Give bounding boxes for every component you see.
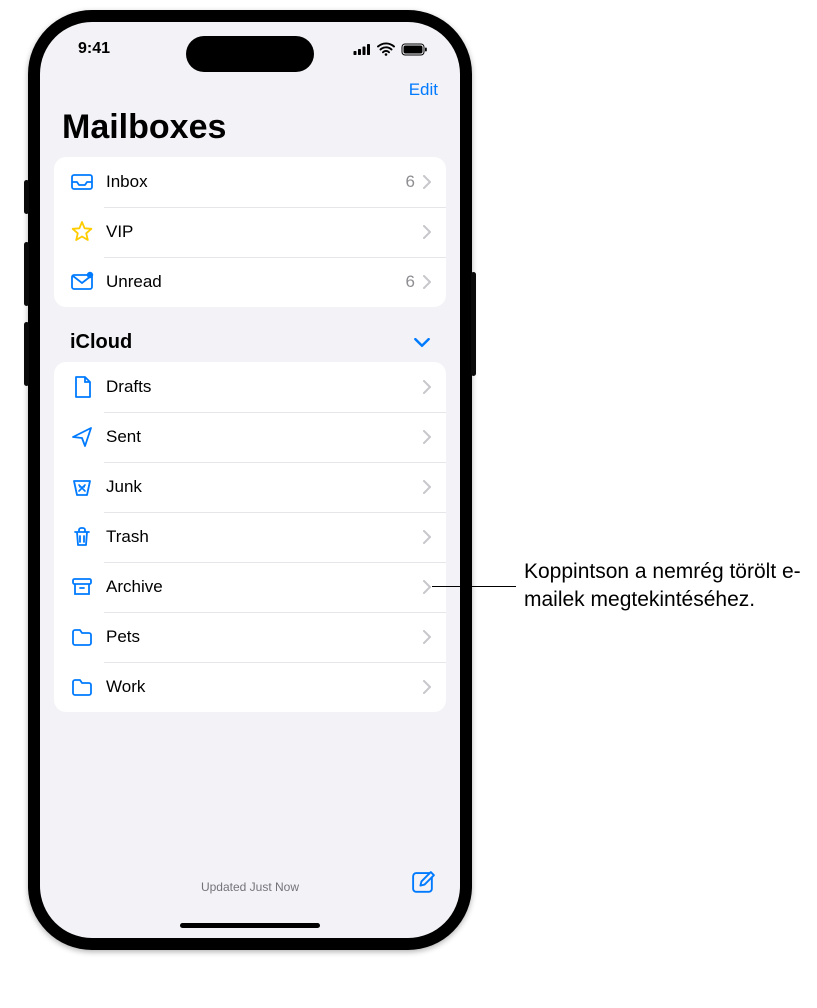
chevron-right-icon [423, 480, 432, 494]
section-title: iCloud [70, 331, 132, 354]
unread-icon [68, 270, 96, 294]
dynamic-island [186, 36, 314, 72]
mailbox-row-inbox[interactable]: Inbox6 [54, 157, 446, 207]
mailbox-row-pets[interactable]: Pets [54, 612, 446, 662]
cellular-icon [353, 43, 371, 56]
wifi-icon [377, 42, 395, 56]
mailbox-row-work[interactable]: Work [54, 662, 446, 712]
mailbox-label: Sent [96, 427, 423, 447]
status-text: Updated Just Now [201, 880, 299, 894]
mailbox-label: Work [96, 677, 423, 697]
battery-icon [401, 43, 428, 56]
chevron-right-icon [423, 680, 432, 694]
chevron-right-icon [423, 175, 432, 189]
status-time: 9:41 [78, 40, 110, 58]
mailbox-label: Drafts [96, 377, 423, 397]
compose-button[interactable] [410, 870, 436, 899]
mailbox-row-unread[interactable]: Unread6 [54, 257, 446, 307]
edit-button[interactable]: Edit [409, 80, 438, 100]
drafts-icon [68, 375, 96, 399]
callout-text: Koppintson a nemrég törölt e-mailek megt… [524, 558, 804, 615]
chevron-right-icon [423, 580, 432, 594]
mailbox-label: VIP [96, 222, 423, 242]
volume-down-button [24, 322, 29, 386]
chevron-right-icon [423, 630, 432, 644]
folder-icon [68, 675, 96, 699]
compose-icon [410, 884, 436, 899]
chevron-down-icon [414, 331, 430, 354]
mailbox-label: Trash [96, 527, 423, 547]
icloud-section-header[interactable]: iCloud [54, 307, 446, 362]
star-icon [68, 220, 96, 244]
mailbox-count: 6 [406, 172, 415, 192]
mailbox-row-archive[interactable]: Archive [54, 562, 446, 612]
nav-bar: Edit [40, 76, 460, 106]
callout-leader-line [432, 586, 516, 587]
chevron-right-icon [423, 225, 432, 239]
folder-icon [68, 625, 96, 649]
mailbox-row-trash[interactable]: Trash [54, 512, 446, 562]
smart-mailboxes-group: Inbox6VIPUnread6 [54, 157, 446, 307]
mailbox-label: Pets [96, 627, 423, 647]
home-indicator [180, 923, 320, 928]
phone-frame: 9:41 Edit Mailboxes Inbox6VIPUnread6 iCl… [28, 10, 472, 950]
mailbox-row-sent[interactable]: Sent [54, 412, 446, 462]
page-title: Mailboxes [40, 106, 460, 157]
mailbox-row-junk[interactable]: Junk [54, 462, 446, 512]
sent-icon [68, 425, 96, 449]
icloud-mailboxes-group: Drafts Sent Junk Trash Archive Pets Work [54, 362, 446, 712]
archive-icon [68, 575, 96, 599]
trash-icon [68, 525, 96, 549]
chevron-right-icon [423, 530, 432, 544]
screen: 9:41 Edit Mailboxes Inbox6VIPUnread6 iCl… [40, 22, 460, 938]
side-button [24, 180, 29, 214]
junk-icon [68, 475, 96, 499]
power-button [471, 272, 476, 376]
mailbox-count: 6 [406, 272, 415, 292]
mailbox-label: Unread [96, 272, 406, 292]
chevron-right-icon [423, 380, 432, 394]
mailbox-row-drafts[interactable]: Drafts [54, 362, 446, 412]
mailbox-label: Inbox [96, 172, 406, 192]
mailbox-list: Inbox6VIPUnread6 iCloud DraftsSentJunkTr… [40, 157, 460, 854]
chevron-right-icon [423, 430, 432, 444]
mailbox-row-vip[interactable]: VIP [54, 207, 446, 257]
mailbox-label: Junk [96, 477, 423, 497]
inbox-icon [68, 170, 96, 194]
chevron-right-icon [423, 275, 432, 289]
mailbox-label: Archive [96, 577, 423, 597]
volume-up-button [24, 242, 29, 306]
